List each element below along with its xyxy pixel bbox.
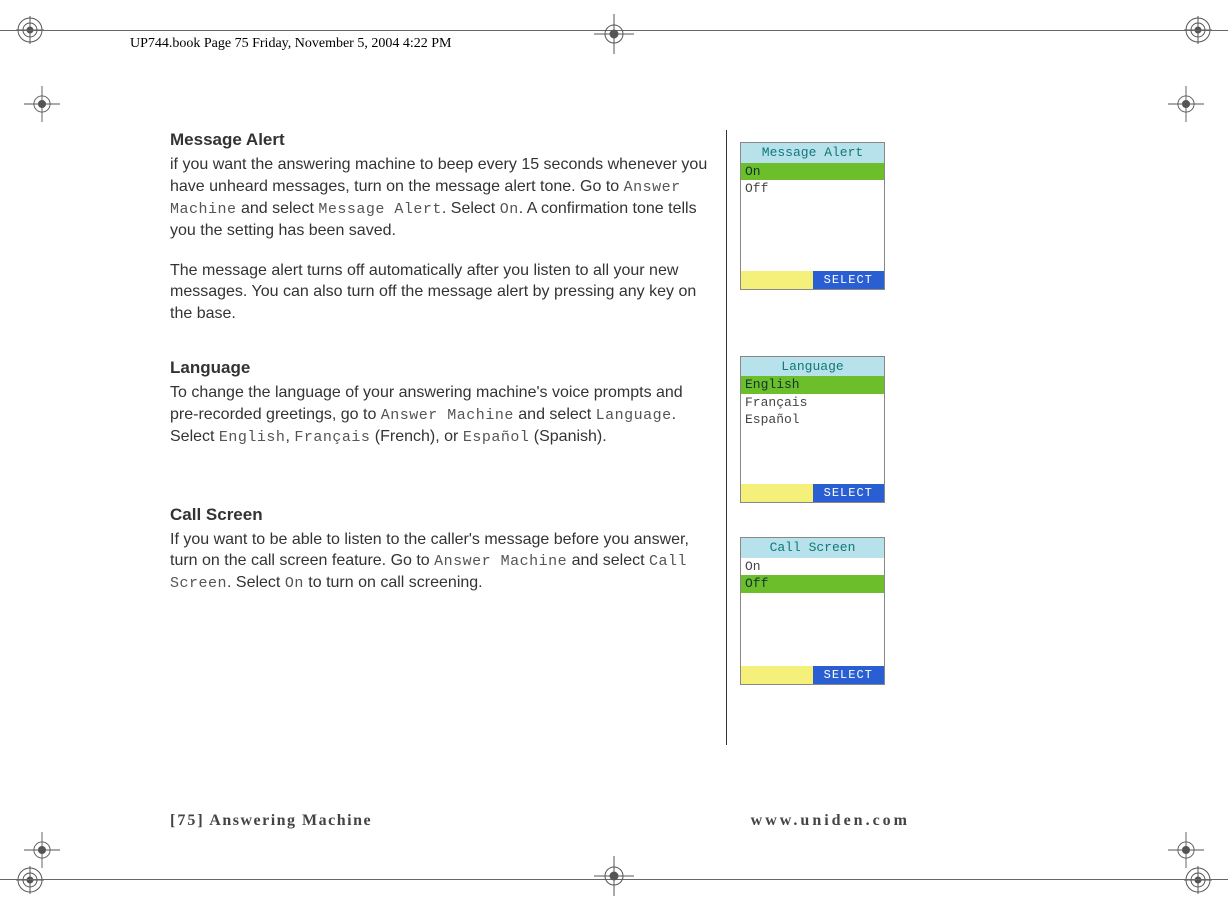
lcd-option: Off xyxy=(741,180,884,198)
lcd-softkey-right: SELECT xyxy=(813,271,885,289)
lcd-softkey-left xyxy=(741,271,813,289)
lcd-option: Español xyxy=(741,411,884,429)
lcd-screen-message-alert: Message Alert On Off SELECT xyxy=(740,142,885,290)
text: to turn on call screening. xyxy=(304,574,483,591)
text: (French), or xyxy=(370,428,462,445)
page-number: [75] xyxy=(170,812,205,829)
lcd-text: Answer Machine xyxy=(434,553,567,570)
crop-mark-icon xyxy=(594,14,634,54)
crop-mark-icon xyxy=(1168,86,1204,122)
crop-rule-top xyxy=(0,30,1228,31)
registration-mark-icon xyxy=(16,866,44,894)
lcd-softkey-left xyxy=(741,484,813,502)
lcd-screen-body: On Off xyxy=(741,163,884,271)
lcd-text: Language xyxy=(596,407,672,424)
section-message-alert: Message Alert if you want the answering … xyxy=(170,130,710,324)
text: and select xyxy=(237,200,319,217)
text: (Spanish). xyxy=(529,428,606,445)
lcd-softkey-left xyxy=(741,666,813,684)
footer-section-title: Answering Machine xyxy=(205,812,372,829)
text: . Select xyxy=(227,574,285,591)
lcd-option: On xyxy=(741,558,884,576)
page-content: Message Alert if you want the answering … xyxy=(170,130,910,685)
text: . Select xyxy=(442,200,500,217)
section-language: Language To change the language of your … xyxy=(170,358,710,448)
print-header-stamp: UP744.book Page 75 Friday, November 5, 2… xyxy=(130,36,451,52)
lcd-option-selected: Off xyxy=(741,575,884,593)
lcd-text: On xyxy=(500,201,519,218)
paragraph: If you want to be able to listen to the … xyxy=(170,529,710,595)
crop-mark-icon xyxy=(24,832,60,868)
paragraph: if you want the answering machine to bee… xyxy=(170,154,710,242)
heading-message-alert: Message Alert xyxy=(170,130,710,150)
lcd-screen-body: On Off xyxy=(741,558,884,666)
lcd-text: English xyxy=(219,429,286,446)
lcd-screen-footer: SELECT xyxy=(741,484,884,502)
text: , xyxy=(285,428,294,445)
lcd-text: Español xyxy=(463,429,530,446)
lcd-text: On xyxy=(285,575,304,592)
section-call-screen: Call Screen If you want to be able to li… xyxy=(170,505,710,595)
lcd-screen-language: Language English Français Español SELECT xyxy=(740,356,885,504)
crop-mark-icon xyxy=(594,856,634,896)
lcd-softkey-right: SELECT xyxy=(813,666,885,684)
lcd-text: Answer Machine xyxy=(381,407,514,424)
text-column: Message Alert if you want the answering … xyxy=(170,130,710,685)
lcd-screen-body: English Français Español xyxy=(741,376,884,484)
footer-left: [75] Answering Machine xyxy=(170,812,372,830)
registration-mark-icon xyxy=(1184,866,1212,894)
crop-mark-icon xyxy=(24,86,60,122)
page-footer: [75] Answering Machine www.uniden.com xyxy=(170,812,910,830)
lcd-screen-title: Message Alert xyxy=(741,143,884,163)
lcd-text: Message Alert xyxy=(318,201,442,218)
vertical-rule xyxy=(726,130,727,745)
lcd-text: Français xyxy=(294,429,370,446)
heading-language: Language xyxy=(170,358,710,378)
lcd-option-selected: On xyxy=(741,163,884,181)
crop-mark-icon xyxy=(1168,832,1204,868)
lcd-screen-call-screen: Call Screen On Off SELECT xyxy=(740,537,885,685)
lcd-screen-footer: SELECT xyxy=(741,666,884,684)
lcd-option-selected: English xyxy=(741,376,884,394)
text: and select xyxy=(567,552,649,569)
lcd-screen-title: Call Screen xyxy=(741,538,884,558)
paragraph: To change the language of your answering… xyxy=(170,382,710,448)
lcd-screen-title: Language xyxy=(741,357,884,377)
lcd-option: Français xyxy=(741,394,884,412)
footer-right-url: www.uniden.com xyxy=(751,812,910,830)
lcd-softkey-right: SELECT xyxy=(813,484,885,502)
lcd-screen-footer: SELECT xyxy=(741,271,884,289)
crop-rule-bottom xyxy=(0,879,1228,880)
heading-call-screen: Call Screen xyxy=(170,505,710,525)
screens-column: Message Alert On Off SELECT Language Eng… xyxy=(740,130,910,685)
text: and select xyxy=(514,406,596,423)
paragraph: The message alert turns off automaticall… xyxy=(170,260,710,325)
